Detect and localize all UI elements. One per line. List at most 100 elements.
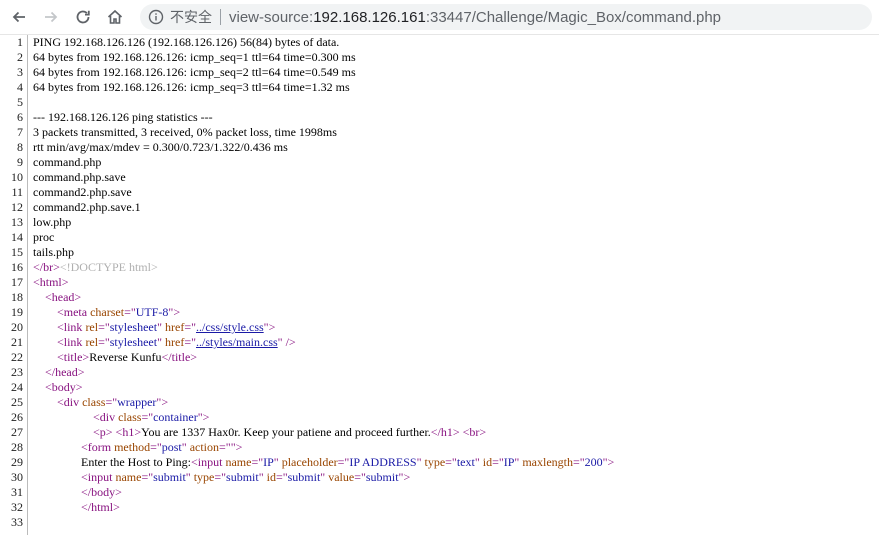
line-number: 11 xyxy=(11,185,23,199)
line-code: Enter the Host to Ping:<input name="IP" … xyxy=(33,455,614,470)
line-code: proc xyxy=(33,230,55,244)
line-number: 22 xyxy=(11,350,23,364)
line-number: 12 xyxy=(11,200,23,214)
line-code: <html> xyxy=(33,275,69,290)
line-number: 4 xyxy=(17,80,23,94)
text-content: Reverse Kunfu xyxy=(89,350,162,364)
stylesheet-link[interactable]: ../css/style.css xyxy=(196,320,264,334)
line-number: 26 xyxy=(11,410,23,424)
forward-arrow-icon[interactable] xyxy=(40,6,62,28)
line-number: 9 xyxy=(17,155,23,169)
line-code: <form method="post" action=""> xyxy=(33,440,242,455)
attr-value: text xyxy=(456,455,475,469)
line-code: <meta charset="UTF-8"> xyxy=(33,305,180,320)
line-number: 13 xyxy=(11,215,23,229)
line-code: <div class="wrapper"> xyxy=(33,395,168,410)
line-code: <p> <h1>You are 1337 Hax0r. Keep your pa… xyxy=(33,425,486,440)
source-line: 6 --- 192.168.126.126 ping statistics --- xyxy=(0,110,879,125)
line-number: 14 xyxy=(11,230,23,244)
attr-name: rel xyxy=(85,335,99,349)
attr-name: type xyxy=(193,470,215,484)
html-tag: <input xyxy=(191,455,226,469)
source-line: 20 <link rel="stylesheet" href="../css/s… xyxy=(0,320,879,335)
text-content: You are 1337 Hax0r. Keep your patiene an… xyxy=(141,425,431,439)
line-code: command.php xyxy=(33,155,102,169)
html-tag: " xyxy=(157,335,165,349)
source-line: 22 <title>Reverse Kunfu</title> xyxy=(0,350,879,365)
html-tag: <body> xyxy=(45,380,83,394)
attr-value: submit xyxy=(153,470,186,484)
html-tag: =" xyxy=(141,470,154,484)
html-tag: "> xyxy=(156,395,169,409)
line-code: PING 192.168.126.126 (192.168.126.126) 5… xyxy=(33,35,340,49)
html-tag: </html> xyxy=(81,500,120,514)
attr-name: action xyxy=(189,440,220,454)
line-code: 3 packets transmitted, 3 received, 0% pa… xyxy=(33,125,337,139)
line-code: 64 bytes from 192.168.126.126: icmp_seq=… xyxy=(33,65,356,79)
line-number: 7 xyxy=(17,125,23,139)
line-code: </head> xyxy=(33,365,85,380)
info-icon[interactable] xyxy=(148,9,164,25)
html-tag: =" xyxy=(445,455,457,469)
html-tag: <head> xyxy=(45,290,82,304)
attr-name: method xyxy=(114,440,151,454)
address-bar[interactable]: 不安全 view-source:192.168.126.161:33447/Ch… xyxy=(140,4,872,30)
html-tag: "> xyxy=(398,470,411,484)
attr-name: id xyxy=(482,455,493,469)
html-tag: " xyxy=(181,440,190,454)
html-tag: </h1> xyxy=(430,425,460,439)
text-content: Enter the Host to Ping: xyxy=(81,455,191,469)
url-scheme: view-source: xyxy=(229,8,314,26)
html-tag: <input xyxy=(81,470,116,484)
html-tag: "> xyxy=(197,410,210,424)
html-tag: =" xyxy=(184,320,196,334)
attr-name: name xyxy=(225,455,252,469)
back-arrow-icon[interactable] xyxy=(8,6,30,28)
source-line: 19 <meta charset="UTF-8"> xyxy=(0,305,879,320)
browser-toolbar: 不安全 view-source:192.168.126.161:33447/Ch… xyxy=(0,0,879,35)
html-tag: "> xyxy=(263,320,276,334)
line-number: 23 xyxy=(11,365,23,379)
attr-value: submit xyxy=(226,470,259,484)
line-number: 17 xyxy=(11,275,23,289)
html-tag: =" xyxy=(251,455,264,469)
line-number: 24 xyxy=(11,380,23,394)
line-number: 27 xyxy=(11,425,23,439)
home-icon[interactable] xyxy=(104,6,126,28)
source-line: 21 <link rel="stylesheet" href="../style… xyxy=(0,335,879,350)
html-tag: =" xyxy=(98,335,110,349)
line-code: --- 192.168.126.126 ping statistics --- xyxy=(33,110,213,124)
line-code: <link rel="stylesheet" href="../css/styl… xyxy=(33,320,275,335)
source-line: 23 </head> xyxy=(0,365,879,380)
html-tag: <html> xyxy=(33,275,69,289)
line-code: rtt min/avg/max/mdev = 0.300/0.723/1.322… xyxy=(33,140,288,154)
html-tag: " xyxy=(273,455,282,469)
source-line: 27 <p> <h1>You are 1337 Hax0r. Keep your… xyxy=(0,425,879,440)
stylesheet-link[interactable]: ../styles/main.css xyxy=(196,335,278,349)
source-line: 5 xyxy=(0,95,879,110)
url-text[interactable]: view-source:192.168.126.161:33447/Challe… xyxy=(229,9,721,26)
security-status[interactable]: 不安全 xyxy=(170,7,212,27)
reload-icon[interactable] xyxy=(72,6,94,28)
source-line: 4 64 bytes from 192.168.126.126: icmp_seq… xyxy=(0,80,879,95)
line-number: 10 xyxy=(11,170,23,184)
html-tag: =" xyxy=(124,305,136,319)
attr-name: value xyxy=(328,470,355,484)
source-line: 18 <head> xyxy=(0,290,879,305)
source-line: 32 </html> xyxy=(0,500,879,515)
attr-name: class xyxy=(82,395,106,409)
source-line: 24 <body> xyxy=(0,380,879,395)
url-host: 192.168.126.161 xyxy=(313,8,426,26)
html-tag: <div xyxy=(57,395,83,409)
html-tag: <link xyxy=(57,320,86,334)
source-line: 16 </br><!DOCTYPE html> xyxy=(0,260,879,275)
attr-name: name xyxy=(115,470,142,484)
source-line: 1 PING 192.168.126.126 (192.168.126.126) … xyxy=(0,35,879,50)
html-tag: =" xyxy=(572,455,585,469)
